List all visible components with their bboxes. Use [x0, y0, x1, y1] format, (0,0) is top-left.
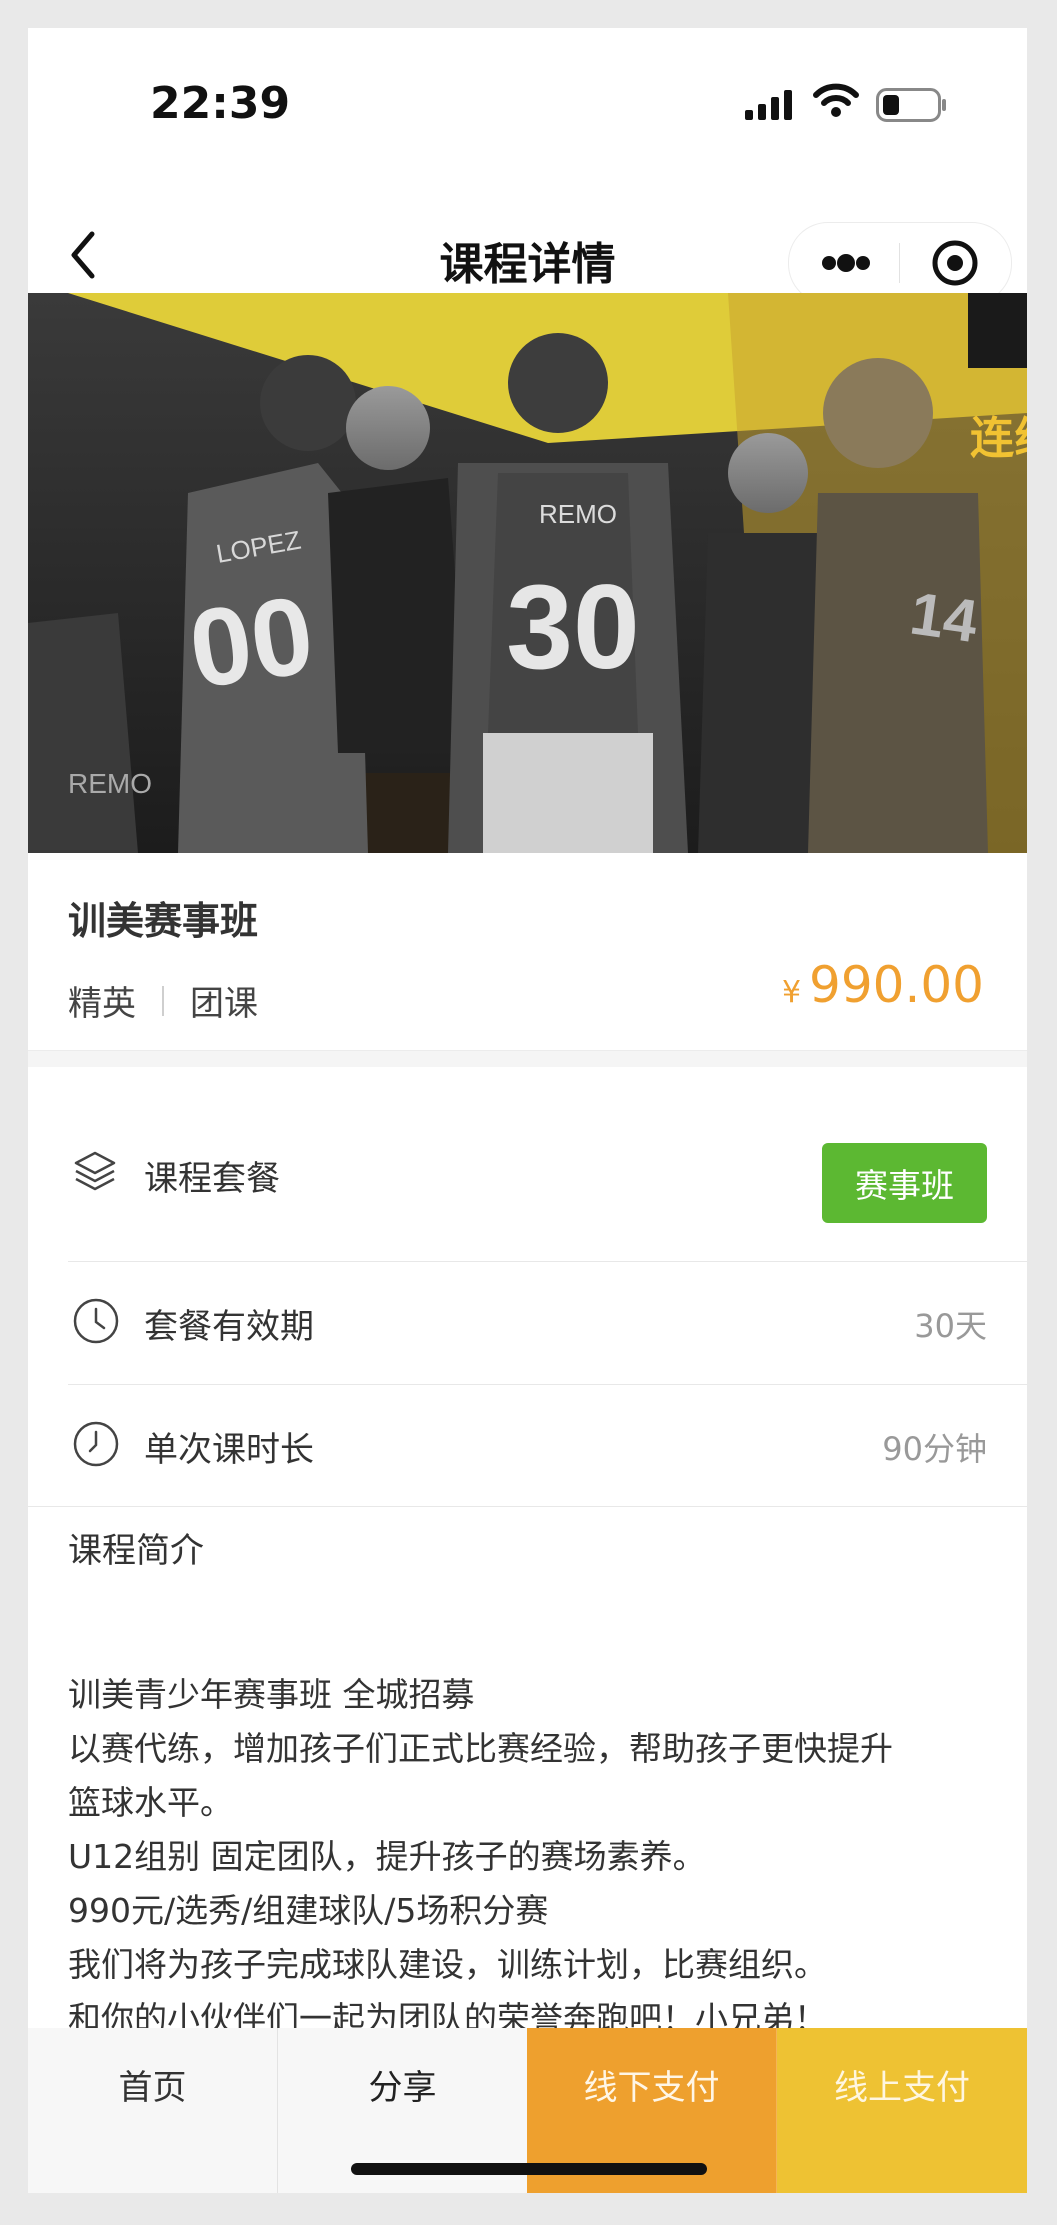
validity-row: 套餐有效期 30天	[68, 1261, 987, 1383]
navigation-bar: 课程详情	[28, 188, 1027, 304]
description-line: 990元/选秀/组建球队/5场积分赛	[68, 1891, 549, 1930]
more-options-icon[interactable]	[789, 223, 899, 303]
section-divider	[28, 1506, 1027, 1507]
course-tags: 精英 团课	[68, 976, 258, 1025]
svg-text:REMO: REMO	[68, 768, 152, 799]
price-amount: 990.00	[809, 956, 984, 1014]
description-line: 以赛代练，增加孩子们正式比赛经验，帮助孩子更快提升	[68, 1729, 893, 1768]
wifi-icon	[813, 83, 859, 117]
description-line: 训美青少年赛事班 全城招募	[68, 1675, 475, 1714]
svg-text:30: 30	[506, 560, 639, 694]
svg-text:00: 00	[182, 573, 320, 712]
description-line: 我们将为孩子完成球队建设，训练计划，比赛组织。	[68, 1945, 827, 1984]
status-time: 22:39	[150, 78, 291, 129]
package-label: 课程套餐	[144, 1159, 280, 1199]
phone-screen: 22:39 课程详情 连 LOPEZ 00 REMO 30 14 REMO 训美…	[28, 28, 1027, 2193]
layers-icon	[74, 1151, 116, 1191]
duration-row: 单次课时长 90分钟	[68, 1384, 987, 1506]
package-option-button[interactable]: 赛事班	[822, 1143, 987, 1223]
section-gap	[28, 1050, 1027, 1067]
duration-value: 90分钟	[882, 1430, 987, 1468]
description-line: 篮球水平。	[68, 1783, 233, 1822]
price-currency: ¥	[781, 975, 802, 1010]
svg-text:连线: 连线	[970, 414, 1027, 463]
tag-divider	[162, 985, 164, 1016]
online-pay-button[interactable]: 线上支付	[777, 2028, 1027, 2193]
duration-label: 单次课时长	[144, 1430, 314, 1470]
clock-icon	[73, 1298, 119, 1344]
signal-icon	[745, 90, 792, 120]
home-button[interactable]: 首页	[28, 2028, 278, 2193]
battery-icon	[876, 88, 946, 122]
description-heading: 课程简介	[68, 1531, 204, 1571]
package-row: 课程套餐 赛事班	[68, 1113, 987, 1235]
svg-text:14: 14	[906, 580, 982, 656]
description-text: 训美青少年赛事班 全城招募 以赛代练，增加孩子们正式比赛经验，帮助孩子更快提升 …	[68, 1668, 988, 2046]
course-title: 训美赛事班	[68, 899, 259, 943]
clock-icon	[73, 1421, 119, 1467]
tag-level: 精英	[68, 984, 136, 1024]
validity-value: 30天	[914, 1307, 987, 1345]
description-line: U12组别 固定团队，提升孩子的赛场素养。	[68, 1837, 706, 1876]
home-indicator[interactable]	[351, 2163, 707, 2175]
course-banner-image: 连线 LOPEZ 00 REMO 30 14	[28, 293, 1027, 853]
mini-program-capsule	[788, 222, 1012, 304]
validity-label: 套餐有效期	[144, 1307, 314, 1347]
tag-type: 团课	[190, 984, 258, 1024]
close-mini-program-icon[interactable]	[900, 223, 1010, 303]
svg-text:REMO: REMO	[539, 499, 617, 529]
course-price: ¥ 990.00	[782, 956, 984, 1014]
status-bar: 22:39	[28, 28, 1027, 178]
